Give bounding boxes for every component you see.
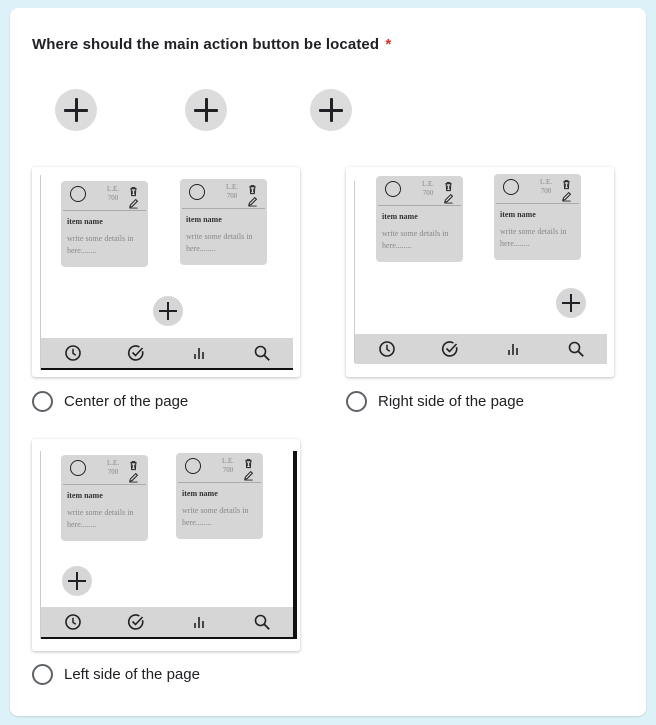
note-card: L.E. 700 item name write some details in he…	[176, 453, 263, 539]
form-card: Where should the main action button be l…	[10, 8, 646, 716]
option-label-left: Left side of the page	[64, 666, 200, 683]
trash-icon	[561, 177, 572, 190]
divider	[378, 205, 461, 206]
note-item-name: item name	[67, 217, 103, 226]
bottom-nav	[41, 338, 293, 370]
app-mockup: L.E. 700 item name write some details in he…	[354, 174, 607, 364]
note-price: L.E. 700	[221, 183, 243, 201]
note-price-label: L.E.	[421, 180, 435, 188]
radio-center[interactable]	[32, 391, 53, 412]
note-price-value: 700	[222, 466, 234, 474]
note-item-name: item name	[500, 210, 536, 219]
note-price-label: L.E.	[225, 183, 239, 191]
clock-icon	[378, 340, 396, 358]
pencil-icon	[243, 468, 254, 481]
bar-chart-icon	[504, 340, 522, 358]
note-price-label: L.E.	[106, 459, 120, 467]
plus-icon	[556, 288, 586, 318]
check-circle-icon	[127, 344, 145, 362]
clock-icon	[64, 613, 82, 631]
note-card: L.E. 700 item name write some details in he…	[494, 174, 581, 260]
note-card: L.E. 700 item name write some details in he…	[376, 176, 463, 262]
radio-circle-icon	[189, 184, 205, 200]
question-title: Where should the main action button be l…	[32, 36, 391, 53]
pencil-icon	[247, 194, 258, 207]
search-icon	[253, 344, 271, 362]
radio-left[interactable]	[32, 664, 53, 685]
option-image-center[interactable]: L.E. 700 item name write some details in he…	[32, 167, 300, 377]
radio-circle-icon	[70, 460, 86, 476]
check-circle-icon	[441, 340, 459, 358]
note-details: write some details in here........	[382, 229, 449, 250]
pencil-icon	[128, 196, 139, 209]
check-circle-icon	[127, 613, 145, 631]
note-price-value: 700	[422, 189, 434, 197]
clock-icon	[64, 344, 82, 362]
note-price-value: 700	[226, 192, 238, 200]
note-item-name: item name	[182, 489, 218, 498]
divider	[63, 484, 146, 485]
note-price-label: L.E.	[221, 457, 235, 465]
note-price: L.E. 700	[102, 459, 124, 477]
note-card: L.E. 700 item name write some details in he…	[61, 455, 148, 541]
bar-chart-icon	[190, 613, 208, 631]
note-item-name: item name	[186, 215, 222, 224]
search-icon	[567, 340, 585, 358]
note-item-name: item name	[382, 212, 418, 221]
note-price: L.E. 700	[535, 178, 557, 196]
note-details: write some details in here........	[67, 234, 134, 255]
pencil-icon	[443, 191, 454, 204]
question-text: Where should the main action button be l…	[32, 36, 380, 53]
app-mockup: L.E. 700 item name write some details in he…	[40, 175, 293, 370]
plus-icon	[153, 296, 183, 326]
note-details: write some details in here........	[186, 232, 253, 253]
note-details: write some details in here........	[500, 227, 567, 248]
note-price: L.E. 700	[102, 185, 124, 203]
note-price-value: 700	[107, 468, 119, 476]
note-card: L.E. 700 item name write some details in he…	[61, 181, 148, 267]
radio-circle-icon	[503, 179, 519, 195]
note-price: L.E. 700	[217, 457, 239, 475]
radio-circle-icon	[185, 458, 201, 474]
plus-icon	[55, 89, 97, 131]
pencil-icon	[128, 470, 139, 483]
note-card: L.E. 700 item name write some details in he…	[180, 179, 267, 265]
divider	[63, 210, 146, 211]
trash-icon	[128, 458, 139, 471]
plus-icon	[185, 89, 227, 131]
divider	[178, 482, 261, 483]
search-icon	[253, 613, 271, 631]
app-mockup: L.E. 700 item name write some details in he…	[40, 451, 297, 639]
note-price: L.E. 700	[417, 180, 439, 198]
plus-icon	[62, 566, 92, 596]
trash-icon	[128, 184, 139, 197]
note-item-name: item name	[67, 491, 103, 500]
radio-right[interactable]	[346, 391, 367, 412]
note-price-value: 700	[540, 187, 552, 195]
bottom-nav	[41, 607, 293, 639]
note-details: write some details in here........	[67, 508, 134, 529]
option-label-center: Center of the page	[64, 393, 189, 410]
trash-icon	[443, 179, 454, 192]
radio-circle-icon	[385, 181, 401, 197]
pencil-icon	[561, 189, 572, 202]
option-image-left[interactable]: L.E. 700 item name write some details in he…	[32, 439, 300, 651]
note-price-value: 700	[107, 194, 119, 202]
note-price-label: L.E.	[106, 185, 120, 193]
divider	[496, 203, 579, 204]
divider	[182, 208, 265, 209]
bottom-nav	[355, 334, 607, 364]
trash-icon	[247, 182, 258, 195]
option-label-right: Right side of the page	[378, 393, 524, 410]
radio-circle-icon	[70, 186, 86, 202]
trash-icon	[243, 456, 254, 469]
option-image-right[interactable]: L.E. 700 item name write some details in he…	[346, 167, 614, 377]
plus-icon	[310, 89, 352, 131]
note-price-label: L.E.	[539, 178, 553, 186]
bar-chart-icon	[190, 344, 208, 362]
note-details: write some details in here........	[182, 506, 249, 527]
required-mark: *	[385, 36, 392, 53]
